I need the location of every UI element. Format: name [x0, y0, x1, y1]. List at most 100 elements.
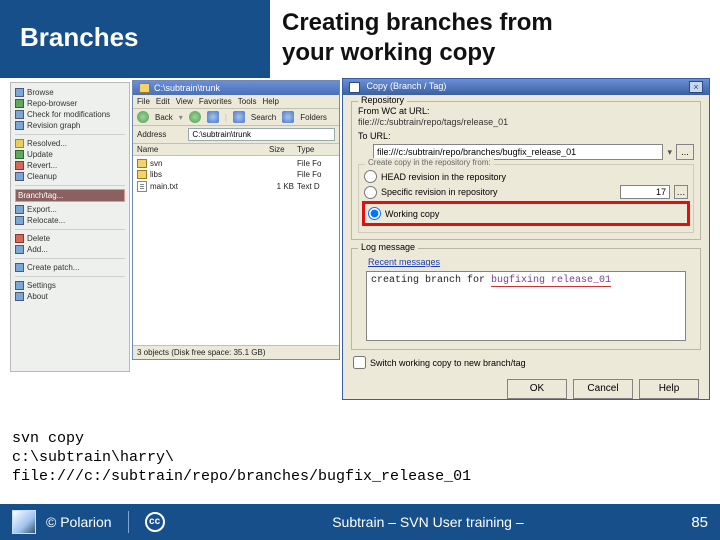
- search-icon[interactable]: [233, 111, 245, 123]
- menu-item[interactable]: Relocate...: [15, 215, 125, 226]
- from-label: From WC at URL:: [358, 106, 694, 116]
- ok-button[interactable]: OK: [507, 379, 567, 399]
- group-legend: Repository: [358, 95, 407, 105]
- slide-footer: © Polarion cc Subtrain – SVN User traini…: [0, 504, 720, 540]
- menu-help[interactable]: Help: [262, 97, 278, 106]
- close-icon[interactable]: ×: [689, 81, 703, 93]
- folder-icon: [139, 83, 150, 93]
- create-from-legend: Create copy in the repository from:: [365, 158, 494, 167]
- explorer-menubar[interactable]: File Edit View Favorites Tools Help: [133, 95, 339, 109]
- up-icon[interactable]: [207, 111, 219, 123]
- list-item[interactable]: main.txt 1 KB Text D: [137, 180, 335, 193]
- radio-head[interactable]: HEAD revision in the repository: [364, 170, 688, 183]
- from-url: file:///c:/subtrain/repo/tags/release_01: [358, 116, 694, 131]
- switch-checkbox-row[interactable]: Switch working copy to new branch/tag: [353, 356, 699, 369]
- menu-item[interactable]: Add...: [15, 244, 125, 255]
- dialog-button-row: OK Cancel Help: [343, 373, 709, 407]
- folder-icon: [137, 159, 147, 168]
- context-menu-panel: Browse Repo-browser Check for modificati…: [10, 82, 130, 372]
- explorer-titlebar[interactable]: C:\subtrain\trunk: [133, 81, 339, 95]
- folders-button[interactable]: Folders: [300, 113, 327, 122]
- menu-item[interactable]: Cleanup: [15, 171, 125, 182]
- back-button[interactable]: Back: [155, 113, 173, 122]
- list-item[interactable]: svn File Fo: [137, 158, 335, 169]
- svn-command-text: svn copy c:\subtrain\harry\ file:///c:/s…: [12, 430, 708, 486]
- file-list-header[interactable]: Name Size Type: [133, 144, 339, 156]
- switch-checkbox[interactable]: [353, 356, 366, 369]
- browse-button[interactable]: ...: [676, 144, 694, 160]
- cc-icon: cc: [145, 512, 165, 532]
- text-file-icon: [137, 181, 147, 192]
- menu-item[interactable]: Revision graph: [15, 120, 125, 131]
- explorer-title: C:\subtrain\trunk: [154, 83, 220, 93]
- folder-icon: [137, 170, 147, 179]
- screenshot-composite: Browse Repo-browser Check for modificati…: [0, 78, 720, 408]
- explorer-statusbar: 3 objects (Disk free space: 35.1 GB): [133, 345, 339, 359]
- radio-specific[interactable]: Specific revision in repository …: [364, 185, 688, 199]
- menu-item[interactable]: Resolved...: [15, 138, 125, 149]
- menu-view[interactable]: View: [176, 97, 193, 106]
- menu-file[interactable]: File: [137, 97, 150, 106]
- menu-item-branch-tag[interactable]: Branch/tag...: [15, 189, 125, 202]
- to-label: To URL:: [358, 131, 694, 141]
- menu-tools[interactable]: Tools: [238, 97, 257, 106]
- app-icon: [349, 82, 360, 93]
- list-item[interactable]: libs File Fo: [137, 169, 335, 180]
- menu-item[interactable]: Create patch...: [15, 262, 125, 273]
- help-button[interactable]: Help: [639, 379, 699, 399]
- menu-item[interactable]: Export...: [15, 204, 125, 215]
- copyright-text: © Polarion: [46, 514, 112, 530]
- address-input[interactable]: [188, 128, 335, 141]
- slide-header: Branches Creating branches from your wor…: [0, 0, 720, 78]
- menu-item[interactable]: About: [15, 291, 125, 302]
- address-bar: Address: [133, 126, 339, 144]
- header-line2: your working copy: [282, 38, 708, 68]
- copy-branch-dialog: Copy (Branch / Tag) × Repository From WC…: [342, 78, 710, 400]
- polarion-logo-icon: [12, 510, 36, 534]
- menu-item[interactable]: Repo-browser: [15, 98, 125, 109]
- switch-label: Switch working copy to new branch/tag: [370, 358, 526, 368]
- back-icon[interactable]: [137, 111, 149, 123]
- explorer-window: C:\subtrain\trunk File Edit View Favorit…: [132, 80, 340, 360]
- menu-item[interactable]: Browse: [15, 87, 125, 98]
- col-type[interactable]: Type: [297, 145, 335, 154]
- cancel-button[interactable]: Cancel: [573, 379, 633, 399]
- menu-favorites[interactable]: Favorites: [199, 97, 232, 106]
- working-copy-highlight: Working copy: [362, 201, 690, 226]
- menu-item[interactable]: Revert...: [15, 160, 125, 171]
- header-left-title: Branches: [0, 0, 270, 78]
- menu-item[interactable]: Settings: [15, 280, 125, 291]
- separator: [128, 511, 129, 533]
- repository-group: Repository From WC at URL: file:///c:/su…: [351, 101, 701, 240]
- folders-icon[interactable]: [282, 111, 294, 123]
- revision-browse-button[interactable]: …: [674, 185, 688, 199]
- menu-item[interactable]: Check for modifications: [15, 109, 125, 120]
- col-name[interactable]: Name: [137, 145, 269, 154]
- folder-icon: [358, 147, 369, 157]
- folder-icon: [172, 130, 182, 139]
- menu-item[interactable]: Update: [15, 149, 125, 160]
- file-list[interactable]: svn File Fo libs File Fo main.txt 1 KB T…: [133, 156, 339, 345]
- footer-title: Subtrain – SVN User training –: [175, 514, 682, 530]
- header-line1: Creating branches from: [282, 8, 708, 38]
- menu-edit[interactable]: Edit: [156, 97, 170, 106]
- radio-specific-input[interactable]: [364, 186, 377, 199]
- menu-item[interactable]: Delete: [15, 233, 125, 244]
- explorer-toolbar: Back ▾ | Search Folders: [133, 109, 339, 126]
- log-message-group: Log message Recent messages creating bra…: [351, 248, 701, 350]
- dialog-title: Copy (Branch / Tag): [367, 81, 447, 91]
- recent-messages-link[interactable]: Recent messages: [368, 257, 694, 267]
- revision-input[interactable]: [620, 185, 670, 199]
- radio-working-copy[interactable]: Working copy: [368, 207, 684, 220]
- forward-icon[interactable]: [189, 111, 201, 123]
- group-legend: Log message: [358, 242, 418, 252]
- dialog-titlebar[interactable]: Copy (Branch / Tag) ×: [343, 79, 709, 95]
- search-button[interactable]: Search: [251, 113, 276, 122]
- page-number: 85: [691, 514, 708, 531]
- radio-head-input[interactable]: [364, 170, 377, 183]
- col-size[interactable]: Size: [269, 145, 297, 154]
- address-label: Address: [137, 130, 166, 139]
- header-right-title: Creating branches from your working copy: [270, 0, 720, 78]
- radio-wc-input[interactable]: [368, 207, 381, 220]
- log-message-textarea[interactable]: creating branch for bugfixing release_01: [366, 271, 686, 341]
